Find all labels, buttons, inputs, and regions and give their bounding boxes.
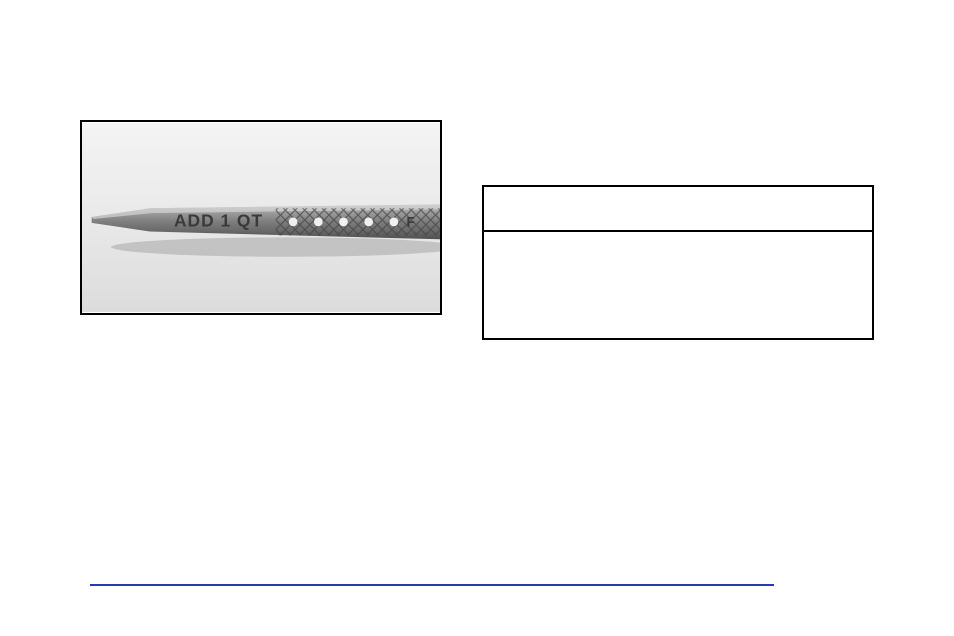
table-header: [482, 185, 874, 230]
table-body: [482, 230, 874, 340]
footer-divider: [90, 584, 774, 586]
content-row: ADD 1 QT F: [80, 120, 874, 340]
info-table: [482, 185, 874, 340]
dipstick-image-frame: ADD 1 QT F: [80, 120, 442, 315]
svg-text:F: F: [406, 215, 414, 230]
page: ADD 1 QT F: [0, 0, 954, 636]
dipstick-image: ADD 1 QT F: [82, 122, 440, 313]
svg-text:ADD 1 QT: ADD 1 QT: [174, 211, 263, 231]
